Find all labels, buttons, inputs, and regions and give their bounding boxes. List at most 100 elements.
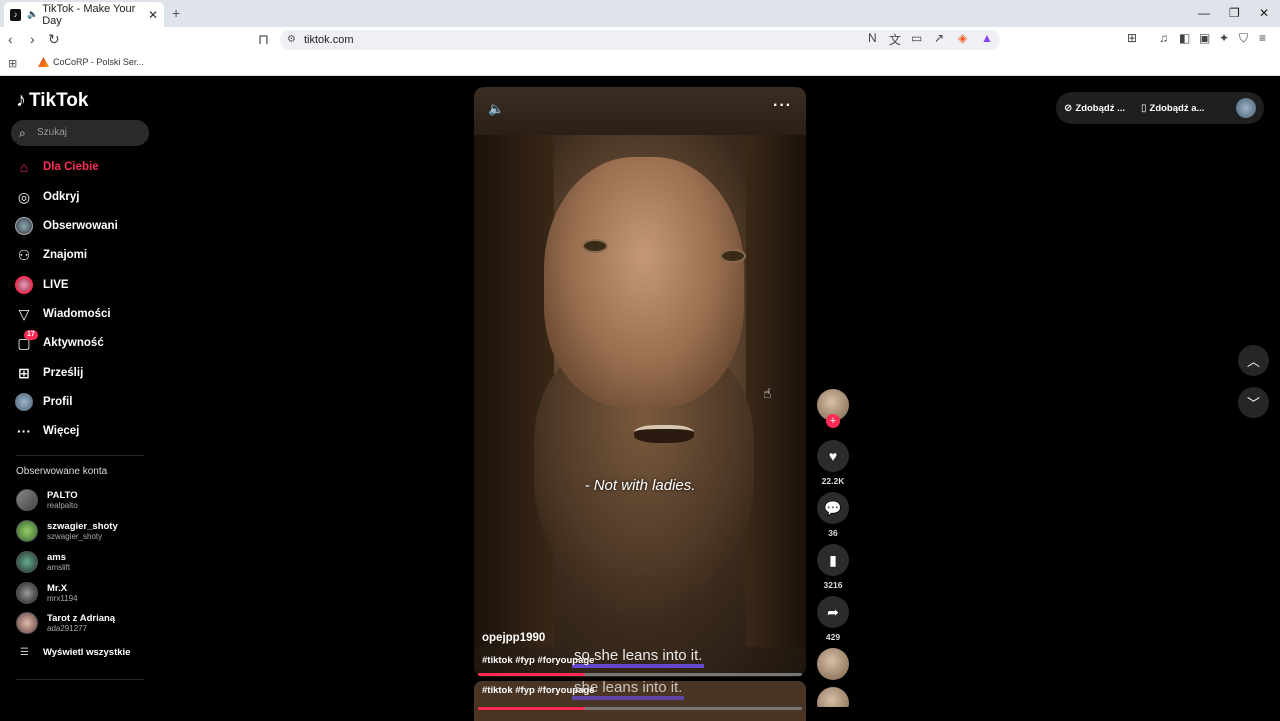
save-button[interactable]: ▮ 3216 <box>816 544 850 590</box>
tiktok-app: ♪ TikTok ⌕ Szukaj ⌂ Dla Ciebie ◎ Odkryj … <box>0 77 1280 721</box>
bookmarks-bar: ⊞ CoCoRP - Polski Ser... <box>0 53 1280 76</box>
account-avatar <box>16 551 38 573</box>
account-handle: amslift <box>47 562 71 572</box>
leo-ai-icon[interactable]: ✦ <box>1219 31 1229 45</box>
site-info-icon[interactable]: ⚙ <box>287 30 296 50</box>
comment-button[interactable]: 💬 36 <box>816 492 850 538</box>
video-hashtags[interactable]: #tiktok #fyp #foryoupage <box>482 655 594 666</box>
next-video-button[interactable]: ﹀ <box>1238 387 1269 418</box>
nav-item-for-you[interactable]: ⌂ Dla Ciebie <box>14 155 164 179</box>
next-video-preview[interactable]: she leans into it. #tiktok #fyp #foryoup… <box>474 681 806 721</box>
volume-icon[interactable]: 🔈 <box>488 101 504 117</box>
cast-icon[interactable]: ▭ <box>911 31 922 45</box>
next-creator-avatar[interactable] <box>816 687 850 707</box>
menu-icon[interactable]: ≡ <box>1259 31 1266 45</box>
nav-item-profile[interactable]: Profil <box>14 390 164 414</box>
video-progress-bar[interactable] <box>478 673 802 676</box>
followed-account[interactable]: Tarot z Adrianą ada291277 <box>16 609 166 637</box>
restore-icon[interactable]: ❐ <box>1229 6 1240 20</box>
search-input[interactable]: ⌕ Szukaj <box>11 120 149 146</box>
video-frame-hair-left <box>474 127 554 647</box>
nav-item-more[interactable]: ··· Więcej <box>14 419 164 443</box>
nav-item-messages[interactable]: ▽ Wiadomości <box>14 302 164 326</box>
followed-account[interactable]: PALTO realpalto <box>16 486 166 514</box>
close-tab-icon[interactable]: ✕ <box>148 8 158 22</box>
share-count: 429 <box>825 632 841 642</box>
video-top-bar <box>474 87 806 135</box>
browser-tab[interactable]: ♪ 🔈 TikTok - Make Your Day ✕ <box>4 2 164 27</box>
translate-off-icon[interactable]: N <box>868 31 877 45</box>
apps-grid-icon[interactable]: ⊞ <box>8 57 17 70</box>
brave-shield-icon[interactable]: ◈ <box>958 31 967 45</box>
followed-accounts-heading: Obserwowane konta <box>16 466 108 477</box>
bookmark-cocorp[interactable]: CoCoRP - Polski Ser... <box>38 57 144 67</box>
previous-video-button[interactable]: ︿ <box>1238 345 1269 376</box>
creator-avatar[interactable]: + <box>816 389 850 428</box>
list-icon: ☰ <box>20 647 29 658</box>
tiktok-note-icon: ♪ <box>16 89 26 111</box>
next-video-progress-bar[interactable] <box>478 707 802 710</box>
share-icon[interactable]: ↗ <box>934 31 944 45</box>
wallet-icon[interactable]: ▣ <box>1199 31 1210 45</box>
browser-tabbar: ♪ 🔈 TikTok - Make Your Day ✕ + — ❐ ✕ <box>0 0 1280 27</box>
nav-item-activity[interactable]: ▢ 17 Aktywność <box>14 330 164 355</box>
bookmark-icon[interactable]: ⊓ <box>258 31 269 48</box>
account-handle: mrx1194 <box>47 593 78 603</box>
account-name: PALTO <box>47 489 78 501</box>
media-icon[interactable]: ♫ <box>1159 31 1168 45</box>
sidebar-icon[interactable]: ◧ <box>1179 31 1190 45</box>
account-handle: realpalto <box>47 500 78 510</box>
reload-icon[interactable]: ↻ <box>48 31 60 48</box>
window-close-icon[interactable]: ✕ <box>1259 6 1269 20</box>
get-app-label: Zdobądź a... <box>1149 102 1205 114</box>
like-button[interactable]: ♥ 22.2K <box>816 440 850 486</box>
nav-item-friends[interactable]: ⚇ Znajomi <box>14 243 164 267</box>
account-avatar <box>16 582 38 604</box>
nav-item-live[interactable]: LIVE <box>14 273 164 297</box>
translate-icon[interactable]: 文 <box>889 31 901 48</box>
account-avatar <box>16 520 38 542</box>
nav-item-following[interactable]: Obserwowani <box>14 214 164 238</box>
top-right-bar: ⊘ Zdobądź ... ▯ Zdobądź a... <box>1056 92 1264 124</box>
video-author[interactable]: opejpp1990 <box>482 632 545 644</box>
get-app-button[interactable]: ▯ Zdobądź a... <box>1141 103 1204 114</box>
forward-icon[interactable]: › <box>30 31 35 47</box>
more-options-icon[interactable]: ··· <box>773 97 792 115</box>
activity-icon: ▢ 17 <box>14 330 38 353</box>
logo-text: TikTok <box>29 89 89 111</box>
tab-title: TikTok - Make Your Day <box>42 2 136 27</box>
follow-plus-icon[interactable]: + <box>826 414 840 428</box>
following-avatar-icon <box>14 216 34 236</box>
video-progress-fill <box>478 673 585 676</box>
audio-playing-icon[interactable]: 🔈 <box>27 9 38 20</box>
tiktok-logo[interactable]: ♪ TikTok <box>16 89 88 112</box>
search-icon: ⌕ <box>19 126 26 140</box>
tab-search-icon[interactable]: ⊞ <box>1127 31 1137 45</box>
nav-item-explore[interactable]: ◎ Odkryj <box>14 185 164 209</box>
minimize-icon[interactable]: — <box>1198 6 1210 20</box>
followed-account[interactable]: ams amslift <box>16 548 166 576</box>
account-name: ams <box>47 551 67 563</box>
nav-label: Znajomi <box>43 249 88 261</box>
see-all-button[interactable]: ☰ Wyświetl wszystkie <box>20 647 130 658</box>
share-button[interactable]: ➦ 429 <box>816 596 850 642</box>
account-name: szwagier_shoty <box>47 520 118 532</box>
brave-rewards-icon[interactable]: ▲ <box>981 31 993 45</box>
user-avatar[interactable] <box>1236 98 1256 118</box>
new-tab-button[interactable]: + <box>172 5 180 21</box>
next-video-hashtags[interactable]: #tiktok #fyp #foryoupage <box>482 685 594 696</box>
back-icon[interactable]: ‹ <box>8 31 13 47</box>
nav-label: Prześlij <box>43 367 84 379</box>
coin-icon: ⊘ <box>1064 102 1073 114</box>
get-coins-button[interactable]: ⊘ Zdobądź ... <box>1064 103 1125 114</box>
nav-item-upload[interactable]: ⊞ Prześlij <box>14 361 164 385</box>
live-icon <box>14 275 34 295</box>
bookmark-label: CoCoRP - Polski Ser... <box>53 57 144 67</box>
sound-avatar[interactable] <box>816 648 850 680</box>
video-player[interactable]: 🔈 ··· - Not with ladies. opejpp1990 so s… <box>474 87 806 677</box>
followed-account[interactable]: Mr.X mrx1194 <box>16 579 166 607</box>
followed-account[interactable]: szwagier_shoty szwagier_shoty <box>16 517 166 545</box>
upload-icon: ⊞ <box>18 364 30 381</box>
vpn-icon[interactable]: ⛉ <box>1239 31 1248 46</box>
next-creator-avatar-image <box>817 687 849 707</box>
